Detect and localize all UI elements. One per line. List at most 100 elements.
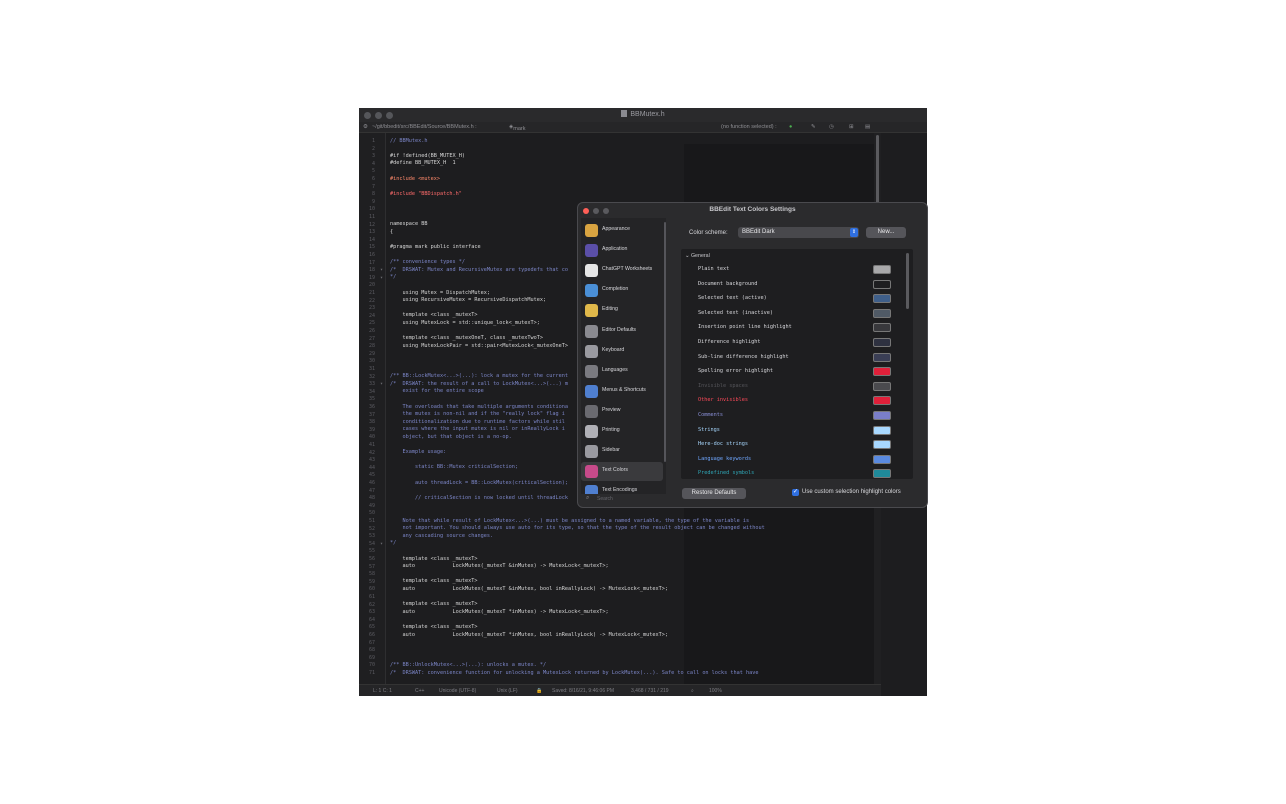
sidebar-item-printing[interactable]: Printing [581,422,663,441]
section-general[interactable]: ⌄ General [685,253,710,259]
document-counts[interactable]: 3,468 / 731 / 219 [631,688,669,694]
scrollbar-thumb[interactable] [876,135,879,205]
cursor-position[interactable]: L: 1 C: 1 [373,688,392,694]
color-swatch[interactable] [873,265,891,274]
sidebar-item-text-colors[interactable]: Text Colors [581,462,663,482]
color-row[interactable]: Difference highlight [698,336,908,348]
status-bar: L: 1 C: 1 C++ Unicode (UTF-8) Unix (LF) … [359,684,881,696]
color-scheme-select[interactable]: BBEdit Dark ⇕ [738,227,859,238]
code-line: /* DRSWAT: Mutex and RecursiveMutex are … [390,266,569,273]
line-number: 8 [371,191,375,198]
language-popup[interactable]: C++ [415,688,424,694]
color-row-label: Plain text [698,266,730,272]
color-swatch[interactable] [873,279,891,289]
color-swatch[interactable] [873,425,891,435]
color-row[interactable]: Selected text (active) [698,292,908,304]
gear-icon[interactable]: ⚙ [363,124,368,130]
sidebar-item-completion[interactable]: Completion [581,281,663,300]
color-row[interactable]: Sub-line difference highlight [698,351,908,363]
line-number: 56 [368,556,375,562]
sidebar-item-label: Application [602,246,628,253]
color-swatch[interactable] [873,411,891,420]
fold-toggle-icon[interactable]: ▾ [380,381,383,387]
color-swatch[interactable] [873,381,891,391]
settings-pane: Color scheme: BBEdit Dark ⇕ New... ⌄ Gen… [669,218,925,505]
sidebar-item-application[interactable]: Application [581,241,663,260]
line-number: 20 [368,282,375,289]
line-number: 30 [368,358,375,365]
color-swatch[interactable] [873,469,891,479]
sidebar-item-sidebar[interactable]: Sidebar [581,442,663,461]
sidebar-item-editing[interactable]: Editing [581,301,663,320]
sidebar-item-preview[interactable]: Preview [581,402,663,421]
color-row[interactable]: Predefined symbols [698,467,908,479]
color-row[interactable]: Language keywords [698,453,908,465]
code-line: template <class _mutexT> [390,601,478,608]
path-popup[interactable]: ~/git/bbedit/src/BBEdit/Source/BBMutex.h… [372,124,477,130]
lock-icon[interactable]: 🔒 [536,688,542,694]
chevron-down-icon: ⌄ [685,253,690,259]
fold-toggle-icon[interactable]: ▾ [380,267,383,273]
document-menu-icon[interactable]: ▤ [865,124,870,130]
line-number: 60 [368,586,375,593]
color-row[interactable]: Here-doc strings [698,438,908,450]
color-swatch[interactable] [873,367,891,377]
code-line: Note that while result of LockMutex<...>… [390,517,750,524]
color-row[interactable]: Strings [698,424,908,436]
color-row[interactable]: Invisible spaces [698,380,908,392]
color-swatch[interactable] [873,338,891,347]
color-row[interactable]: Spelling error highlight [698,365,908,377]
sidebar-item-languages[interactable]: Languages [581,362,663,381]
color-swatch[interactable] [873,308,891,318]
keyboard-icon [585,344,598,358]
sidebar-item-appearance[interactable]: Appearance [581,221,663,240]
code-line: // criticalSection is now locked until t… [390,494,569,501]
status-ok-icon[interactable]: ● [789,124,792,130]
search-icon[interactable]: ⌕ [691,688,694,694]
pen-icon[interactable]: ✎ [811,124,816,130]
counterpart-icon[interactable]: ⊞ [849,124,854,130]
sidebar-item-menus-shortcuts[interactable]: Menus & Shortcuts [581,382,663,401]
color-swatch[interactable] [873,440,891,450]
color-swatch[interactable] [873,294,891,304]
line-number: 33 [368,381,375,388]
line-endings-popup[interactable]: Unix (LF) [497,688,518,694]
encoding-popup[interactable]: Unicode (UTF-8) [439,688,476,694]
new-scheme-button[interactable]: New... [866,227,906,238]
restore-defaults-button[interactable]: Restore Defaults [682,488,746,499]
line-number: 4 [371,160,375,167]
color-row[interactable]: Document background [698,278,908,290]
color-row[interactable]: Comments [698,409,908,421]
line-number: 3 [371,153,375,160]
line-number: 48 [368,495,375,502]
color-row-label: Document background [698,280,758,287]
sidebar-scrollbar[interactable] [664,222,666,462]
symbol-popup[interactable]: ◈ mark [509,124,525,132]
editing-icon [585,304,598,318]
line-number: 12 [368,221,375,228]
color-row[interactable]: Plain text [698,263,908,275]
fold-toggle-icon[interactable]: ▾ [380,541,383,547]
line-number: 53 [368,533,375,540]
color-row[interactable]: Selected text (inactive) [698,307,908,319]
color-swatch[interactable] [873,352,891,362]
line-number: 50 [368,510,375,517]
color-swatch[interactable] [873,454,891,464]
sidebar-search[interactable]: ⌕ Search [581,494,666,505]
color-swatch[interactable] [873,323,891,333]
color-swatch[interactable] [873,396,891,406]
fold-toggle-icon[interactable]: ▾ [380,275,383,281]
sidebar-item-chatgpt-worksheets[interactable]: ChatGPT Worksheets [581,261,663,280]
color-row[interactable]: Insertion point line highlight [698,321,908,333]
zoom-level[interactable]: 100% [709,688,722,694]
history-icon[interactable]: ◷ [829,124,834,130]
sidebar-item-editor-defaults[interactable]: Editor Defaults [581,322,663,341]
code-line: not important. You should always use aut… [390,525,765,532]
appearance-icon [585,224,598,237]
custom-highlight-checkbox[interactable]: ✓ [792,489,799,496]
color-row[interactable]: Other invisibles [698,394,908,406]
function-popup[interactable]: (no function selected) : [721,124,777,130]
line-number: 24 [368,312,375,319]
line-number: 32 [368,373,375,380]
sidebar-item-keyboard[interactable]: Keyboard [581,342,663,361]
